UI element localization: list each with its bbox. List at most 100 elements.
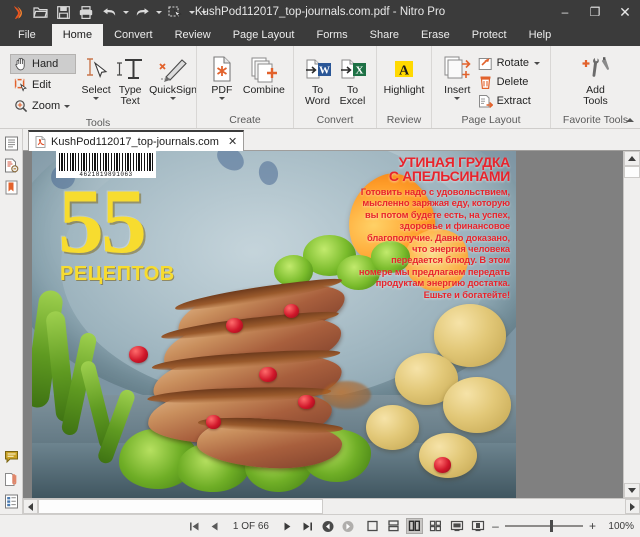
scroll-right-arrow-icon[interactable]	[625, 499, 640, 514]
tab-file[interactable]: File	[2, 24, 52, 46]
tab-convert[interactable]: Convert	[103, 24, 164, 46]
zoom-slider[interactable]	[505, 519, 583, 533]
highlight-label: Highlight	[384, 85, 425, 96]
hand-tool-label: Hand	[32, 58, 58, 70]
hand-tool-button[interactable]: Hand	[10, 54, 76, 74]
to-word-button[interactable]: W To Word	[300, 51, 335, 107]
tab-erase[interactable]: Erase	[410, 24, 461, 46]
single-page-view-icon[interactable]	[364, 518, 381, 534]
select-dropdown-caret-icon[interactable]	[93, 97, 99, 100]
tab-share[interactable]: Share	[359, 24, 410, 46]
save-icon[interactable]	[52, 2, 74, 22]
tab-review[interactable]: Review	[164, 24, 222, 46]
insert-pages-icon	[442, 53, 472, 83]
horizontal-scrollbar[interactable]	[23, 498, 640, 514]
two-page-continuous-view-icon[interactable]	[427, 518, 444, 534]
nitro-logo-icon[interactable]	[6, 2, 28, 22]
two-page-view-icon[interactable]	[406, 518, 423, 534]
signatures-panel-icon[interactable]	[2, 178, 20, 196]
continuous-page-view-icon[interactable]	[385, 518, 402, 534]
document-tab-close-icon[interactable]: ✕	[228, 135, 237, 148]
zoom-level-label[interactable]: 100%	[602, 521, 634, 532]
zoom-tool-button[interactable]: Zoom	[10, 96, 76, 116]
insert-dropdown-caret-icon[interactable]	[454, 97, 460, 100]
group-label-convert: Convert	[294, 113, 376, 128]
scroll-down-arrow-icon[interactable]	[624, 483, 640, 498]
open-icon[interactable]	[29, 2, 51, 22]
select-button[interactable]: Select	[80, 51, 112, 100]
tab-help[interactable]: Help	[518, 24, 563, 46]
zoom-in-button[interactable]: +	[587, 519, 598, 533]
collapse-ribbon-button[interactable]	[623, 113, 637, 127]
create-pdf-dropdown-caret-icon[interactable]	[219, 97, 225, 100]
close-button[interactable]: ✕	[610, 0, 640, 24]
bookmarks-panel-icon[interactable]	[2, 156, 20, 174]
scroll-up-arrow-icon[interactable]	[624, 151, 640, 166]
rotate-dropdown-caret-icon[interactable]	[534, 62, 540, 65]
layers-panel-icon[interactable]	[2, 492, 20, 510]
customize-quick-access-icon[interactable]	[197, 2, 210, 22]
combine-label: Combine	[243, 85, 285, 96]
insert-pages-button[interactable]: Insert	[438, 51, 477, 100]
type-text-button[interactable]: Type Text	[112, 51, 148, 107]
create-pdf-button[interactable]: PDF	[203, 51, 241, 100]
status-bar: 1 OF 66	[0, 514, 640, 537]
article-block: УТИНАЯ ГРУДКА С АПЕЛЬСИНАМИ Готовить над…	[358, 155, 510, 301]
undo-dropdown-caret-icon[interactable]	[121, 2, 130, 22]
last-page-icon[interactable]	[299, 518, 316, 534]
page-scroll-container[interactable]: 4621819891063 55 РЕЦЕПТОВ УТИНАЯ ГРУДКА …	[23, 151, 623, 498]
comments-panel-icon[interactable]	[2, 448, 20, 466]
navigation-rail	[0, 129, 23, 514]
fit-page-icon[interactable]	[469, 518, 486, 534]
combine-button[interactable]: Combine	[241, 51, 287, 96]
undo-icon[interactable]	[98, 2, 120, 22]
horizontal-scroll-thumb[interactable]	[38, 499, 323, 514]
tab-protect[interactable]: Protect	[461, 24, 518, 46]
zoom-out-button[interactable]: –	[490, 519, 501, 533]
delete-pages-button[interactable]: Delete	[477, 73, 544, 91]
quicksign-button[interactable]: QuickSign	[148, 51, 198, 100]
vertical-scroll-track[interactable]	[624, 166, 640, 483]
rotate-pages-button[interactable]: Rotate	[477, 54, 544, 72]
add-tools-button[interactable]: Add Tools	[568, 51, 624, 107]
previous-page-icon[interactable]	[206, 518, 223, 534]
vertical-scroll-thumb[interactable]	[624, 166, 640, 178]
print-icon[interactable]	[75, 2, 97, 22]
pages-panel-icon[interactable]	[2, 134, 20, 152]
nitro-pro-window: KushPod112017_top-journals.com.pdf - Nit…	[0, 0, 640, 537]
document-tab-strip: KushPod112017_top-journals.com ✕	[23, 129, 640, 151]
horizontal-scroll-track[interactable]	[38, 499, 625, 514]
quicksign-dropdown-caret-icon[interactable]	[170, 97, 176, 100]
highlight-button[interactable]: A Highlight	[383, 51, 426, 96]
tab-home[interactable]: Home	[52, 24, 103, 46]
next-view-icon[interactable]	[339, 518, 356, 534]
article-body: Готовить надо с удовольствием, мысленно …	[358, 187, 510, 301]
document-tab[interactable]: KushPod112017_top-journals.com ✕	[28, 130, 244, 151]
redo-dropdown-caret-icon[interactable]	[154, 2, 163, 22]
pdf-create-icon	[209, 53, 235, 83]
attachments-panel-icon[interactable]	[2, 470, 20, 488]
select-tool-icon[interactable]	[164, 2, 186, 22]
edit-tool-button[interactable]: Edit	[10, 75, 76, 95]
zoom-slider-thumb[interactable]	[550, 520, 553, 532]
scroll-left-arrow-icon[interactable]	[23, 499, 38, 514]
highlight-icon: A	[391, 53, 417, 83]
hand-icon	[13, 56, 29, 72]
minimize-button[interactable]: –	[550, 0, 580, 24]
previous-view-icon[interactable]	[319, 518, 336, 534]
to-excel-button[interactable]: X To Excel	[335, 51, 370, 107]
extract-pages-button[interactable]: Extract	[477, 92, 544, 110]
next-page-icon[interactable]	[279, 518, 296, 534]
zoom-dropdown-caret-icon[interactable]	[64, 105, 70, 108]
to-word-icon: W	[303, 53, 333, 83]
first-page-icon[interactable]	[186, 518, 203, 534]
fit-width-icon[interactable]	[448, 518, 465, 534]
tab-forms[interactable]: Forms	[305, 24, 358, 46]
redo-icon[interactable]	[131, 2, 153, 22]
page-indicator[interactable]: 1 OF 66	[226, 521, 276, 532]
vertical-scrollbar[interactable]	[623, 151, 640, 498]
tab-page-layout[interactable]: Page Layout	[222, 24, 306, 46]
select-tool-dropdown-caret-icon[interactable]	[187, 2, 196, 22]
pdf-document-icon	[34, 135, 47, 148]
maximize-button[interactable]: ❐	[580, 0, 610, 24]
